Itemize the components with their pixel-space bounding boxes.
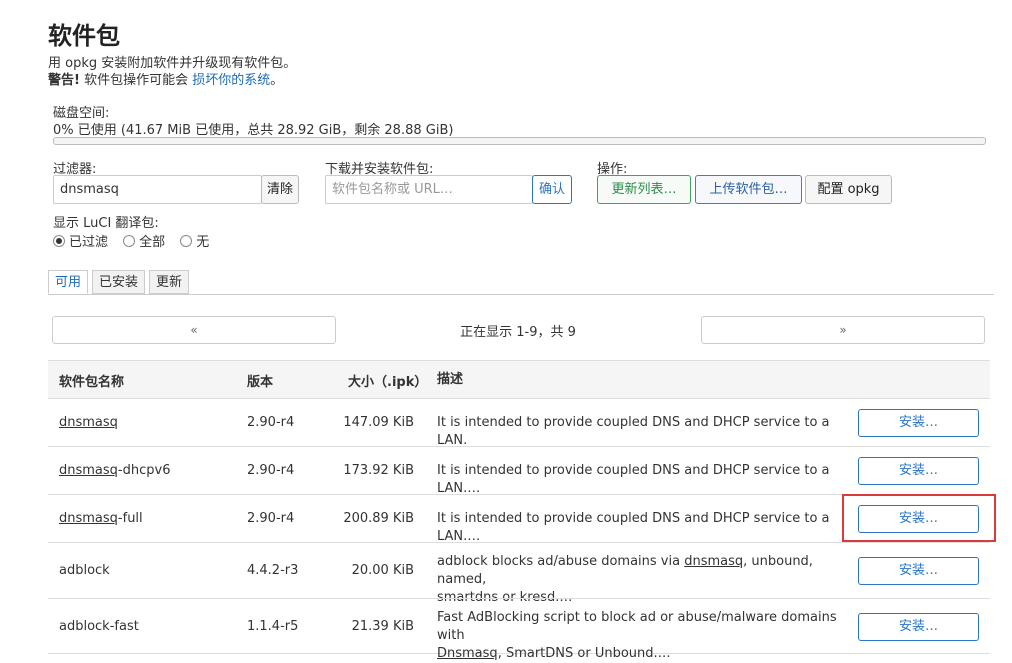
update-lists-button[interactable]: 更新列表…: [597, 175, 691, 204]
header-version: 版本: [247, 375, 274, 390]
radio-filtered-circle[interactable]: [53, 234, 65, 247]
warning-label: 警告!: [48, 73, 80, 88]
description-link[interactable]: dnsmasq: [684, 554, 743, 569]
highlight-box: [842, 494, 996, 542]
radio-none[interactable]: 无: [180, 231, 209, 250]
radio-all-circle[interactable]: [123, 234, 136, 247]
table-row: adblock 4.4.2-r3 20.00 KiB adblock block…: [48, 542, 990, 605]
package-description: It is intended to provide coupled DNS an…: [437, 415, 830, 448]
package-version: 2.90-r4: [247, 511, 295, 526]
install-button[interactable]: 安装…: [858, 613, 979, 641]
package-name: adblock: [59, 563, 110, 578]
tab-updates[interactable]: 更新: [149, 270, 190, 294]
package-url-input[interactable]: 软件包名称或 URL…: [325, 175, 533, 204]
package-version: 2.90-r4: [247, 463, 295, 478]
package-version: 1.1.4-r5: [247, 619, 299, 634]
package-name: adblock-fast: [59, 619, 139, 634]
package-name: dnsmasq-full: [59, 511, 143, 526]
table-row: adblock-fast 1.1.4-r5 21.39 KiB Fast AdB…: [48, 598, 990, 661]
package-size: 147.09 KiB: [343, 415, 414, 430]
luci-translation-radio-group: 已过滤 全部 无: [53, 231, 219, 251]
package-name-link[interactable]: dnsmasq: [59, 511, 118, 526]
install-button[interactable]: 安装…: [858, 409, 979, 437]
radio-filtered[interactable]: 已过滤: [53, 231, 108, 250]
upload-package-button[interactable]: 上传软件包…: [695, 175, 802, 204]
warning-text: 警告! 软件包操作可能会 损坏你的系统。: [48, 73, 284, 88]
table-row: dnsmasq-dhcpv6 2.90-r4 173.92 KiB It is …: [48, 446, 990, 496]
install-button[interactable]: 安装…: [858, 457, 979, 485]
package-size: 200.89 KiB: [343, 511, 414, 526]
disk-usage-bar: [53, 137, 986, 145]
warning-message: 软件包操作可能会: [79, 73, 193, 88]
radio-all[interactable]: 全部: [123, 231, 165, 250]
header-description: 描述: [437, 372, 464, 387]
radio-none-circle[interactable]: [180, 234, 193, 247]
page-title: 软件包: [48, 22, 120, 50]
filter-input[interactable]: dnsmasq: [53, 175, 262, 204]
package-size: 173.92 KiB: [343, 463, 414, 478]
package-version: 2.90-r4: [247, 415, 295, 430]
package-name: dnsmasq-dhcpv6: [59, 463, 171, 478]
package-size: 20.00 KiB: [351, 563, 414, 578]
pager-status: 正在显示 1-9，共 9: [460, 325, 576, 340]
table-header-row: 软件包名称 版本 大小（.ipk） 描述: [48, 360, 990, 398]
package-description: It is intended to provide coupled DNS an…: [437, 463, 830, 496]
filter-clear-button[interactable]: 清除: [261, 175, 299, 204]
pager-next-button[interactable]: »: [701, 316, 985, 344]
tabs-divider: [48, 294, 994, 295]
header-package-name: 软件包名称: [59, 375, 125, 390]
package-size: 21.39 KiB: [351, 619, 414, 634]
warning-link[interactable]: 损坏你的系统: [192, 73, 270, 88]
package-version: 4.4.2-r3: [247, 563, 299, 578]
tab-installed[interactable]: 已安装: [92, 270, 146, 294]
confirm-install-button[interactable]: 确认: [532, 175, 572, 204]
configure-opkg-button[interactable]: 配置 opkg: [805, 175, 892, 204]
description-link[interactable]: Dnsmasq: [437, 646, 498, 661]
disk-usage-text: 0% 已使用 (41.67 MiB 已使用，总共 28.92 GiB，剩余 28…: [53, 123, 454, 138]
luci-translation-label: 显示 LuCI 翻译包:: [53, 216, 159, 231]
install-button[interactable]: 安装…: [858, 557, 979, 585]
tab-available[interactable]: 可用: [48, 270, 89, 294]
table-row: dnsmasq 2.90-r4 147.09 KiB It is intende…: [48, 398, 990, 448]
package-description: It is intended to provide coupled DNS an…: [437, 511, 830, 544]
package-name-link[interactable]: dnsmasq: [59, 463, 118, 478]
package-name: dnsmasq: [59, 415, 118, 430]
header-size: 大小（.ipk）: [348, 375, 428, 390]
pager-prev-button[interactable]: «: [52, 316, 336, 344]
package-name-link[interactable]: dnsmasq: [59, 415, 118, 430]
